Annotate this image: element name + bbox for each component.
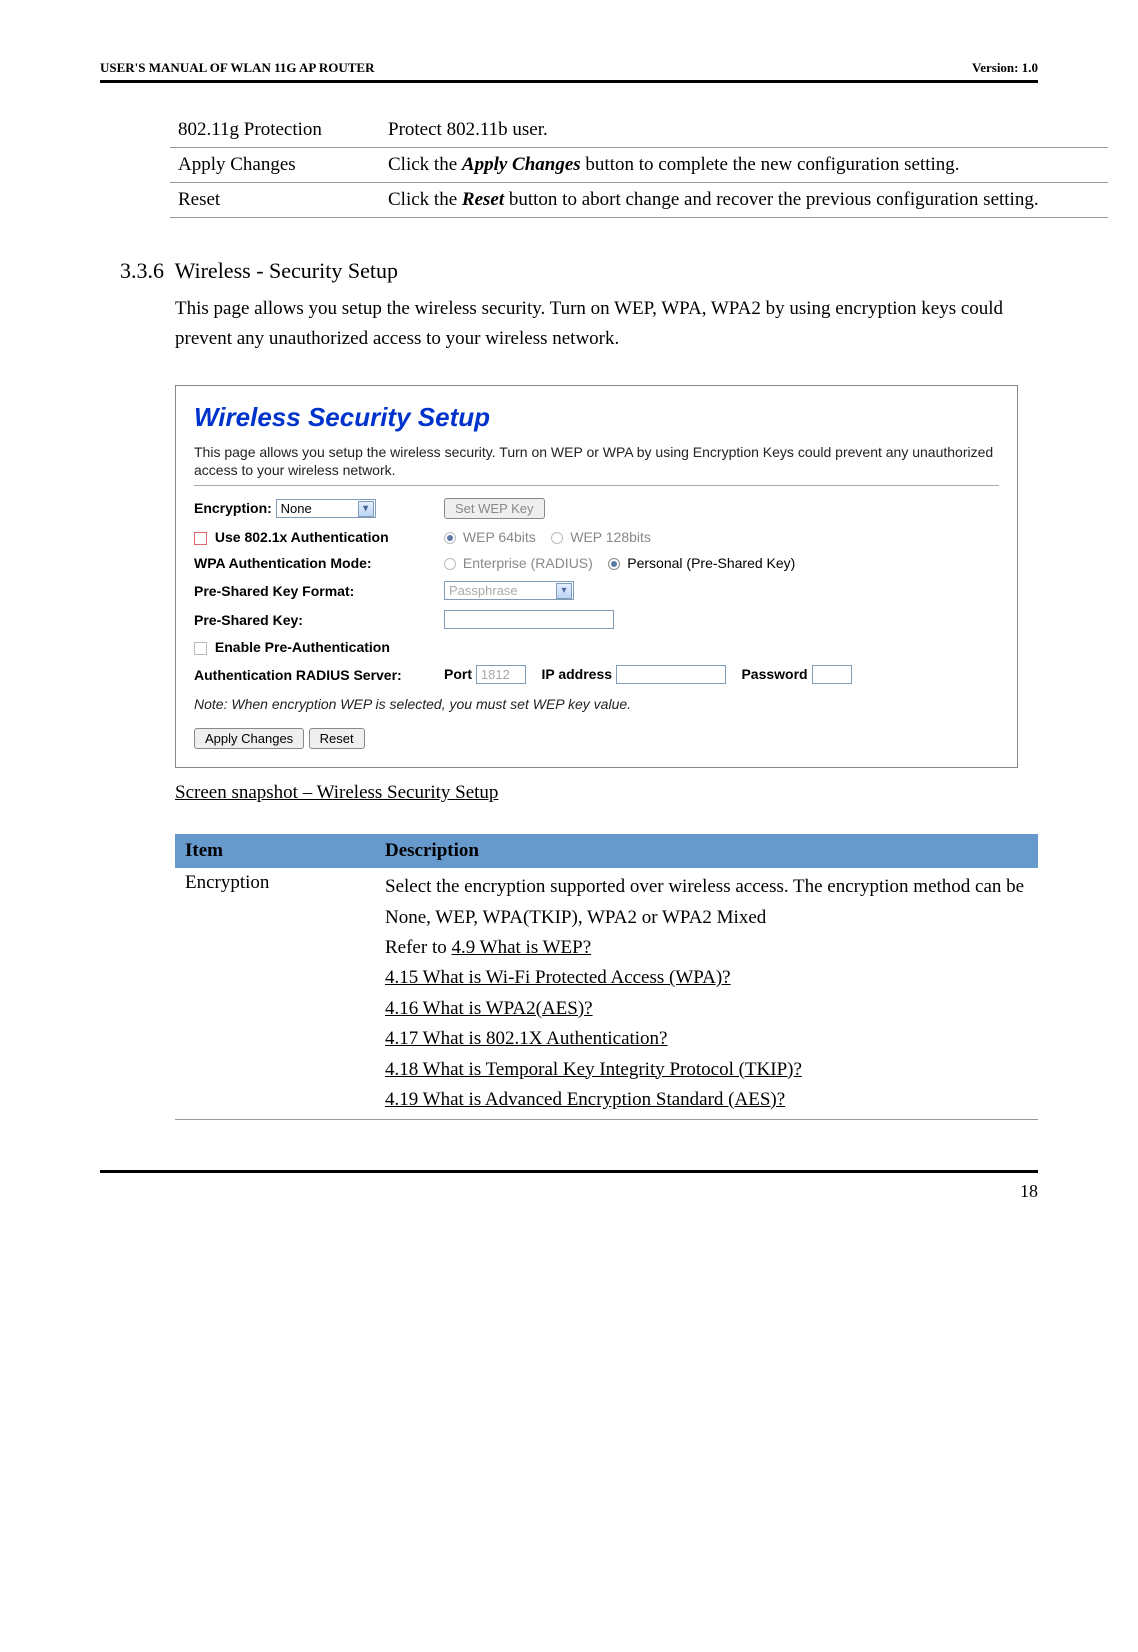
password-label: Password: [741, 666, 807, 682]
ss-description: This page allows you setup the wireless …: [194, 443, 999, 479]
header-rule: [100, 80, 1038, 83]
password-input[interactable]: [812, 665, 852, 684]
footer-rule: [100, 1170, 1038, 1173]
wpa-personal-radio[interactable]: [608, 558, 620, 570]
description-table: Item Description Encryption Select the e…: [175, 834, 1038, 1120]
encryption-label: Encryption: ▾: [194, 499, 444, 518]
screenshot-caption: Screen snapshot – Wireless Security Setu…: [175, 782, 1038, 804]
config-desc: Protect 802.11b user.: [380, 113, 1108, 148]
wep64-label: WEP 64bits: [463, 529, 536, 545]
section-body: This page allows you setup the wireless …: [175, 294, 1038, 355]
page-header: USER'S MANUAL OF WLAN 11G AP ROUTER Vers…: [100, 60, 1038, 76]
config-item: Apply Changes: [170, 148, 380, 183]
wpa-enterprise-radio[interactable]: [444, 558, 456, 570]
wep128-label: WEP 128bits: [570, 529, 651, 545]
faq-link[interactable]: 4.17 What is 802.1X Authentication?: [385, 1028, 668, 1049]
faq-link[interactable]: 4.9 What is WEP?: [451, 937, 591, 958]
ip-address-input[interactable]: [616, 665, 726, 684]
psk-format-select[interactable]: [444, 581, 574, 600]
section-heading: 3.3.6 Wireless - Security Setup: [120, 258, 1038, 284]
encryption-desc: Select the encryption supported over wir…: [375, 868, 1038, 1120]
faq-link[interactable]: 4.16 What is WPA2(AES)?: [385, 998, 593, 1019]
faq-link[interactable]: 4.19 What is Advanced Encryption Standar…: [385, 1089, 785, 1110]
port-input[interactable]: [476, 665, 526, 684]
apply-changes-button[interactable]: Apply Changes: [194, 728, 304, 749]
wpa-personal-label: Personal (Pre-Shared Key): [627, 555, 795, 571]
use-8021x-label: Use 802.1x Authentication: [194, 529, 444, 545]
table-row: Apply ChangesClick the Apply Changes but…: [170, 148, 1108, 183]
config-item: Reset: [170, 183, 380, 218]
col-item-header: Item: [175, 834, 375, 868]
set-wep-key-button[interactable]: Set WEP Key: [444, 498, 545, 519]
ss-title: Wireless Security Setup: [194, 402, 999, 433]
encryption-item: Encryption: [175, 868, 375, 1120]
faq-link[interactable]: 4.18 What is Temporal Key Integrity Prot…: [385, 1059, 802, 1080]
encryption-select[interactable]: [276, 499, 376, 518]
header-left: USER'S MANUAL OF WLAN 11G AP ROUTER: [100, 60, 375, 76]
reset-button[interactable]: Reset: [309, 728, 365, 749]
psk-label: Pre-Shared Key:: [194, 612, 444, 628]
col-desc-header: Description: [375, 834, 1038, 868]
config-desc: Click the Apply Changes button to comple…: [380, 148, 1108, 183]
top-config-table: 802.11g ProtectionProtect 802.11b user.A…: [170, 113, 1108, 218]
psk-input[interactable]: [444, 610, 614, 629]
ip-address-label: IP address: [541, 666, 612, 682]
config-item: 802.11g Protection: [170, 113, 380, 148]
wep128-radio[interactable]: [551, 532, 563, 544]
wep64-radio[interactable]: [444, 532, 456, 544]
port-label: Port: [444, 666, 472, 682]
divider: [194, 485, 999, 486]
table-row: 802.11g ProtectionProtect 802.11b user.: [170, 113, 1108, 148]
faq-link[interactable]: 4.15 What is Wi-Fi Protected Access (WPA…: [385, 967, 731, 988]
section-title: Wireless - Security Setup: [175, 258, 398, 283]
config-desc: Click the Reset button to abort change a…: [380, 183, 1108, 218]
use-8021x-checkbox[interactable]: [194, 532, 207, 545]
wpa-enterprise-label: Enterprise (RADIUS): [463, 555, 593, 571]
wpa-auth-mode-label: WPA Authentication Mode:: [194, 555, 444, 571]
preauth-checkbox[interactable]: [194, 642, 207, 655]
section-number: 3.3.6: [120, 258, 164, 283]
wep-note: Note: When encryption WEP is selected, y…: [194, 696, 999, 712]
radius-server-label: Authentication RADIUS Server:: [194, 667, 444, 683]
page-number: 18: [100, 1181, 1038, 1202]
table-row: ResetClick the Reset button to abort cha…: [170, 183, 1108, 218]
psk-format-label: Pre-Shared Key Format:: [194, 583, 444, 599]
header-right: Version: 1.0: [972, 60, 1038, 76]
embedded-screenshot: Wireless Security Setup This page allows…: [175, 385, 1018, 768]
preauth-label: Enable Pre-Authentication: [194, 639, 444, 655]
